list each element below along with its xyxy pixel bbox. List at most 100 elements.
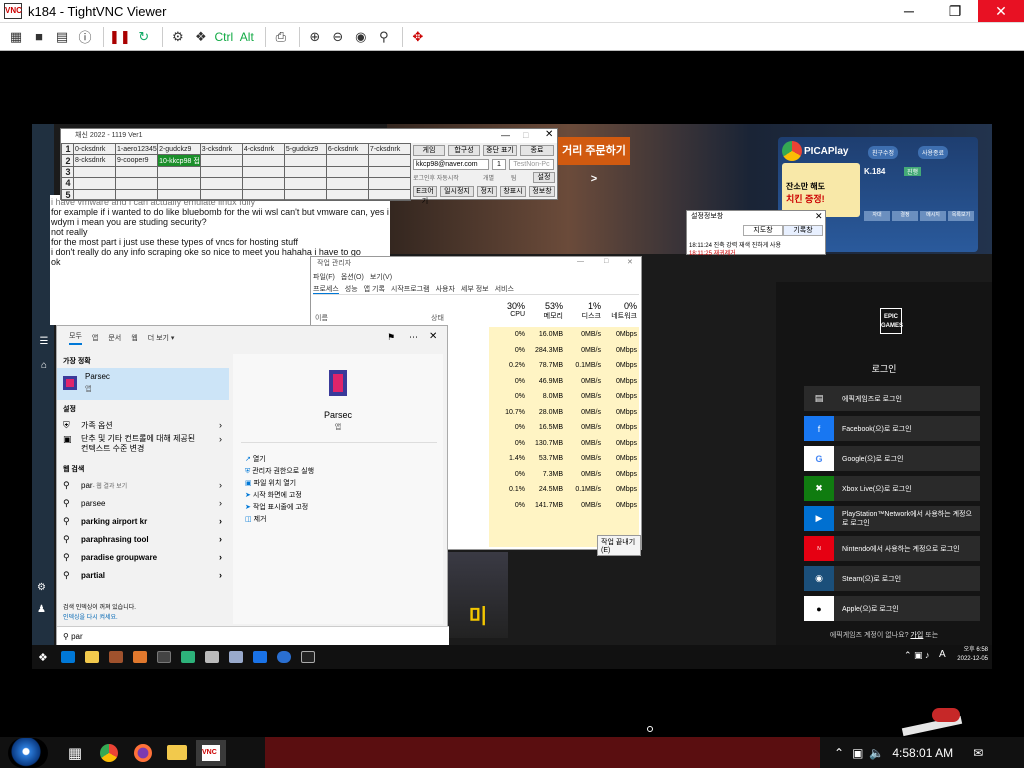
host-clock[interactable]: 4:58:01 AM (892, 746, 953, 760)
clipboard-button[interactable]: ⎙ (271, 27, 291, 47)
show-hidden-icons[interactable]: ⌃ (834, 746, 844, 760)
game-maximize-icon[interactable]: □ (523, 130, 528, 140)
grid-cell[interactable] (325, 154, 369, 167)
tightvnc-taskbar-button[interactable]: VNC (196, 739, 226, 766)
tab-web[interactable]: 웹 (131, 333, 137, 343)
ctrl-alt-del-button[interactable]: ⚙ (168, 27, 188, 47)
individual-checkbox[interactable]: 개별 (483, 173, 494, 182)
web-result[interactable]: ⚲ paradise groupware › (57, 548, 232, 566)
tm-col-mem[interactable]: 53% 메모리 (527, 301, 565, 321)
remote-app-icon[interactable] (60, 651, 75, 663)
tm-maximize-icon[interactable]: □ (604, 258, 608, 265)
grid-cell[interactable] (157, 188, 201, 202)
action-uninstall[interactable]: ◫ 제거 (245, 514, 314, 526)
remote-clock[interactable]: 오후 6:58 2022-12-05 (950, 646, 988, 664)
volume-icon[interactable]: 🔈 (869, 746, 884, 760)
setting-contrast[interactable]: ▣ 단추 및 기타 컨트롤에 대해 제공된 컨텍스트 수준 변경 › (57, 434, 232, 458)
steam-login-button[interactable]: ◉ Steam(으)로 로그인 (804, 566, 980, 591)
grid-cell[interactable] (325, 177, 369, 190)
action-pin-taskbar[interactable]: ➤ 작업 표시줄에 고정 (245, 502, 314, 514)
options-button[interactable]: ▤ (52, 27, 72, 47)
grid-cell[interactable] (199, 154, 243, 167)
action-open-location[interactable]: ▣ 파일 위치 열기 (245, 478, 314, 490)
mode-field[interactable]: TestNon-Pc (509, 159, 554, 170)
windows-search-panel[interactable]: 모두 앱 문서 웹 더 보기 ▾ ⚑ ⋯ ✕ 가장 정확 Parsec 앱 설정… (56, 325, 449, 646)
grid-cell[interactable] (115, 188, 159, 202)
tm-close-icon[interactable]: ✕ (627, 258, 633, 266)
tm-col-cpu[interactable]: 30% CPU (489, 301, 527, 318)
tab-details[interactable]: 세부 정보 (461, 284, 489, 294)
grid-cell[interactable] (283, 154, 327, 167)
epic-login-button[interactable]: ▤ 에픽게임즈로 로그인 (804, 386, 980, 411)
maximize-button[interactable]: ❐ (932, 0, 978, 22)
tab-processes[interactable]: 프로세스 (313, 284, 339, 294)
close-button[interactable]: ✕ (978, 0, 1024, 22)
remote-desktop[interactable]: i have vmware and i can actually emulate… (32, 124, 992, 669)
log-tab[interactable]: 기록창 (783, 225, 823, 236)
remote-app-icon[interactable] (276, 651, 291, 663)
grid-cell[interactable] (157, 177, 201, 190)
refresh-button[interactable]: ↻ (134, 27, 154, 47)
grid-cell[interactable]: 0-cksdnrk (72, 142, 117, 156)
picaplay-tab[interactable]: 메시지 (920, 211, 946, 221)
toggle-button[interactable]: E크어기 (413, 186, 437, 205)
save-button[interactable]: ■ (29, 27, 49, 47)
hamburger-icon[interactable]: ☰ (34, 330, 54, 354)
remote-terminal-icon[interactable] (156, 651, 171, 663)
tm-menu-item[interactable]: 옵션(O) (341, 272, 364, 282)
remote-app-icon[interactable] (228, 651, 243, 663)
grid-cell[interactable] (115, 165, 159, 179)
remote-epic-icon[interactable] (300, 651, 315, 663)
grid-cell[interactable] (199, 165, 243, 179)
grid-cell[interactable]: 3-cksdnrk (199, 142, 243, 156)
tm-col-status[interactable]: 상태 (431, 313, 444, 323)
end-button[interactable]: 종료 (520, 145, 554, 156)
grid-cell[interactable] (199, 188, 243, 202)
grid-cell[interactable] (72, 188, 117, 202)
zoom-in-button[interactable]: ⊕ (305, 27, 325, 47)
alt-key-button[interactable]: Alt (237, 27, 257, 47)
settings-button[interactable]: 설정 (533, 172, 555, 183)
tm-col-name[interactable]: 이름 (315, 313, 328, 323)
feedback-icon[interactable]: ⚑ (387, 332, 395, 343)
win-key-button[interactable]: ❖ (191, 27, 211, 47)
picaplay-exit-button[interactable]: 사용종료 (918, 146, 949, 159)
new-connection-button[interactable]: ▦ (6, 27, 26, 47)
tab-all[interactable]: 모두 (69, 331, 82, 345)
zoom-fit-button[interactable]: ⚲ (374, 27, 394, 47)
tm-col-net[interactable]: 0% 네트워크 (603, 301, 639, 321)
grid-cell[interactable] (283, 188, 327, 202)
tab-app-history[interactable]: 앱 기록 (364, 284, 385, 294)
team-checkbox[interactable]: 팀 (511, 173, 517, 182)
stop-game-button[interactable]: 정지 (477, 186, 497, 197)
zoom-100-button[interactable]: ◉ (351, 27, 371, 47)
remote-edge-icon[interactable] (180, 651, 195, 663)
map-tab[interactable]: 지도창 (743, 225, 783, 236)
grid-cell[interactable] (241, 188, 285, 202)
grid-cell[interactable] (325, 188, 369, 202)
dialog-close-icon[interactable]: ✕ (815, 211, 823, 222)
action-run-as-admin[interactable]: ⛨ 관리자 권한으로 실행 (245, 466, 314, 478)
pause-button[interactable]: ❚❚ (109, 27, 131, 47)
pause-game-button[interactable]: 일시정지 (440, 186, 474, 197)
facebook-login-button[interactable]: f Facebook(으)로 로그인 (804, 416, 980, 441)
grid-cell[interactable]: 6-cksdnrk (325, 142, 369, 156)
remote-app-icon[interactable] (132, 651, 147, 663)
network-icon[interactable]: ▣ (852, 746, 863, 760)
grid-cell[interactable] (367, 188, 412, 202)
best-match-parsec[interactable]: Parsec 앱 (57, 368, 229, 400)
ctrl-key-button[interactable]: Ctrl (214, 27, 234, 47)
auto-start-checkbox[interactable]: 로그인후 자동시작 (413, 173, 459, 182)
tm-minimize-icon[interactable]: — (577, 258, 584, 265)
grid-cell[interactable] (199, 177, 243, 190)
grid-cell[interactable]: 8-cksdnrk (72, 154, 117, 167)
playstation-login-button[interactable]: ▶ PlayStation™Network에서 사용하는 계정으로 로그인 (804, 506, 980, 531)
firefox-taskbar-button[interactable] (128, 740, 158, 766)
minimize-button[interactable]: ─ (886, 0, 932, 22)
grid-cell[interactable]: 7-cksdnrk (367, 142, 412, 156)
setting-family-options[interactable]: ⛨ 가족 옵션 › (57, 416, 232, 434)
game-button[interactable]: 게임 (413, 145, 445, 156)
game-table-window[interactable]: 채신 2022 - 1119 Ver1 — □ ✕ 1 0-cksdnrk 1-… (60, 128, 558, 205)
grid-cell[interactable] (325, 165, 369, 179)
grid-cell[interactable] (241, 165, 285, 179)
